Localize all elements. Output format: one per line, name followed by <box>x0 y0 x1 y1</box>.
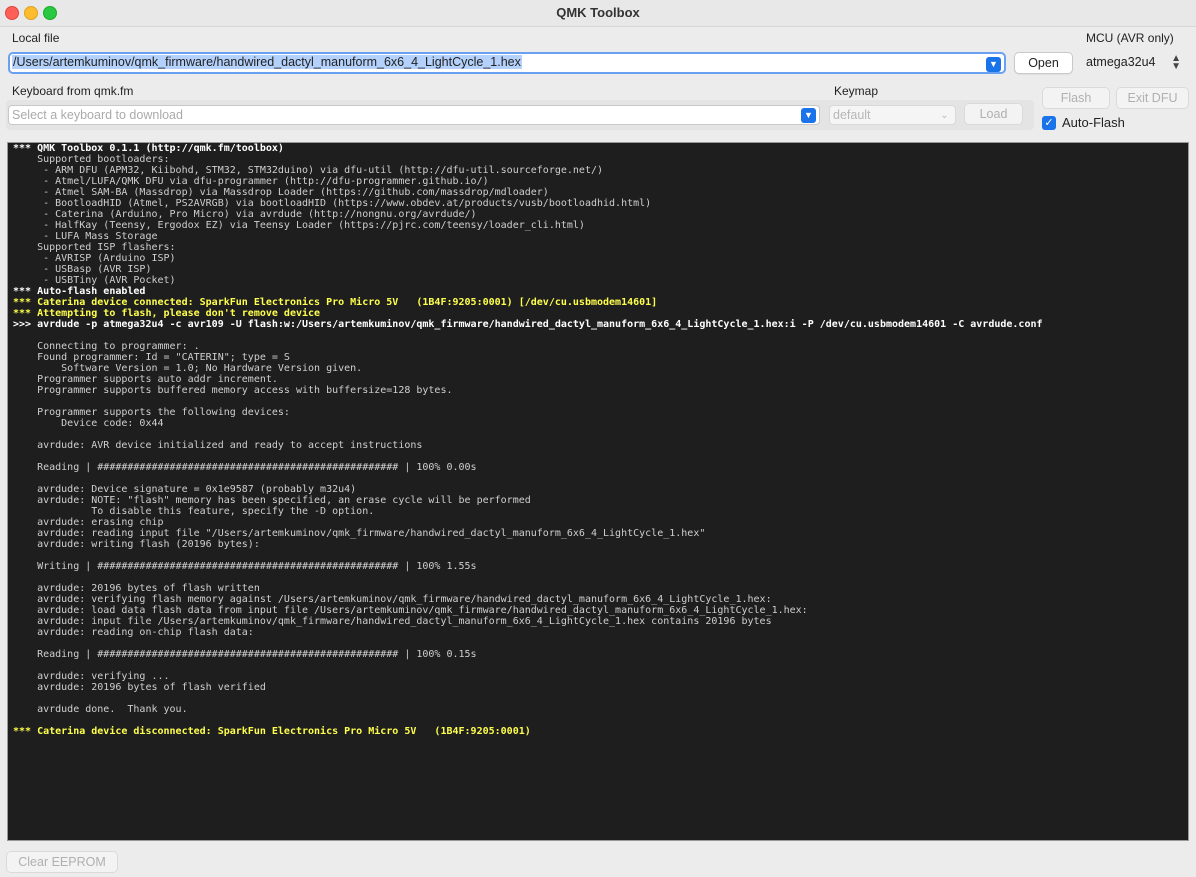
console-line: *** Auto-flash enabled <box>13 286 146 297</box>
console-line: avrdude: reading on-chip flash data: <box>13 627 254 638</box>
console-line: Device code: 0x44 <box>13 418 164 429</box>
local-file-combobox[interactable]: /Users/artemkuminov/qmk_firmware/handwir… <box>8 52 1006 74</box>
console-line: - USBasp (AVR ISP) <box>13 264 152 275</box>
flash-button[interactable]: Flash <box>1042 87 1110 109</box>
console-line: avrdude done. Thank you. <box>13 704 188 715</box>
console-line: >>> avrdude -p atmega32u4 -c avr109 -U f… <box>13 319 1043 330</box>
console-line: Reading | ##############################… <box>13 649 477 660</box>
console-line: avrdude: input file /Users/artemkuminov/… <box>13 616 772 627</box>
local-file-path[interactable]: /Users/artemkuminov/qmk_firmware/handwir… <box>12 55 522 69</box>
console-line: *** Caterina device disconnected: SparkF… <box>13 726 531 737</box>
console-line: avrdude: writing flash (20196 bytes): <box>13 539 260 550</box>
console-line: avrdude: AVR device initialized and read… <box>13 440 423 451</box>
chevron-down-icon[interactable]: ⌄ <box>937 108 952 123</box>
console-line: avrdude: 20196 bytes of flash verified <box>13 682 266 693</box>
console-line: Found programmer: Id = "CATERIN"; type =… <box>13 352 290 363</box>
window-title: QMK Toolbox <box>556 5 640 20</box>
console-line: - Atmel SAM-BA (Massdrop) via Massdrop L… <box>13 187 549 198</box>
console-line: avrdude: verifying flash memory against … <box>13 594 772 605</box>
clear-eeprom-button[interactable]: Clear EEPROM <box>6 851 118 873</box>
console-line: *** QMK Toolbox 0.1.1 (http://qmk.fm/too… <box>13 143 284 154</box>
console-line: - USBTiny (AVR Pocket) <box>13 275 176 286</box>
console-line: avrdude: Device signature = 0x1e9587 (pr… <box>13 484 357 495</box>
local-file-label: Local file <box>12 31 60 45</box>
console-line: Supported ISP flashers: <box>13 242 176 253</box>
up-down-chevron-icon: ▲ ▼ <box>1171 53 1181 72</box>
keyboard-placeholder: Select a keyboard to download <box>12 108 183 122</box>
exit-dfu-button[interactable]: Exit DFU <box>1116 87 1189 109</box>
console-line: - LUFA Mass Storage <box>13 231 158 242</box>
keymap-combobox[interactable]: default ⌄ <box>829 105 956 125</box>
console-line: Programmer supports buffered memory acce… <box>13 385 453 396</box>
console-line: Supported bootloaders: <box>13 154 170 165</box>
title-bar: QMK Toolbox <box>0 0 1196 27</box>
open-button[interactable]: Open <box>1014 52 1073 74</box>
console-line: - Atmel/LUFA/QMK DFU via dfu-programmer … <box>13 176 489 187</box>
console-line: - Caterina (Arduino, Pro Micro) via avrd… <box>13 209 477 220</box>
keymap-label: Keymap <box>834 84 879 98</box>
console-text: *** QMK Toolbox 0.1.1 (http://qmk.fm/too… <box>8 143 1188 737</box>
keymap-value: default <box>833 108 871 122</box>
console-line: - ARM DFU (APM32, Kiibohd, STM32, STM32d… <box>13 165 604 176</box>
console-line: avrdude: NOTE: "flash" memory has been s… <box>13 495 531 506</box>
console-line: Programmer supports auto addr increment. <box>13 374 278 385</box>
console-line: Software Version = 1.0; No Hardware Vers… <box>13 363 363 374</box>
console-line: avrdude: 20196 bytes of flash written <box>13 583 260 594</box>
console-line: - AVRISP (Arduino ISP) <box>13 253 176 264</box>
console-output[interactable]: *** QMK Toolbox 0.1.1 (http://qmk.fm/too… <box>7 142 1189 841</box>
mcu-label: MCU (AVR only) <box>1086 31 1174 45</box>
console-line: - HalfKay (Teensy, Ergodox EZ) via Teens… <box>13 220 585 231</box>
chevron-down-icon[interactable]: ▼ <box>986 57 1001 72</box>
auto-flash-checkbox[interactable]: ✓ <box>1042 116 1056 130</box>
console-line: avrdude: load data flash data from input… <box>13 605 808 616</box>
mcu-selected-value: atmega32u4 <box>1086 55 1156 69</box>
console-line: - BootloadHID (Atmel, PS2AVRGB) via boot… <box>13 198 652 209</box>
chevron-down-icon[interactable]: ▼ <box>801 108 816 123</box>
console-line: avrdude: verifying ... <box>13 671 170 682</box>
console-line: To disable this feature, specify the -D … <box>13 506 375 517</box>
console-line: avrdude: reading input file "/Users/arte… <box>13 528 706 539</box>
keyboard-combobox[interactable]: Select a keyboard to download ▼ <box>8 105 820 125</box>
load-button[interactable]: Load <box>964 103 1023 125</box>
console-line: *** Attempting to flash, please don't re… <box>13 308 321 319</box>
mcu-select[interactable]: atmega32u4 ▲ ▼ <box>1085 53 1187 73</box>
console-line: Programmer supports the following device… <box>13 407 290 418</box>
console-line: avrdude: erasing chip <box>13 517 164 528</box>
auto-flash-label[interactable]: Auto-Flash <box>1062 115 1125 130</box>
console-line: Writing | ##############################… <box>13 561 477 572</box>
console-line: Reading | ##############################… <box>13 462 477 473</box>
console-line: Connecting to programmer: . <box>13 341 200 352</box>
console-line: *** Caterina device connected: SparkFun … <box>13 297 658 308</box>
keyboard-label: Keyboard from qmk.fm <box>12 84 134 98</box>
